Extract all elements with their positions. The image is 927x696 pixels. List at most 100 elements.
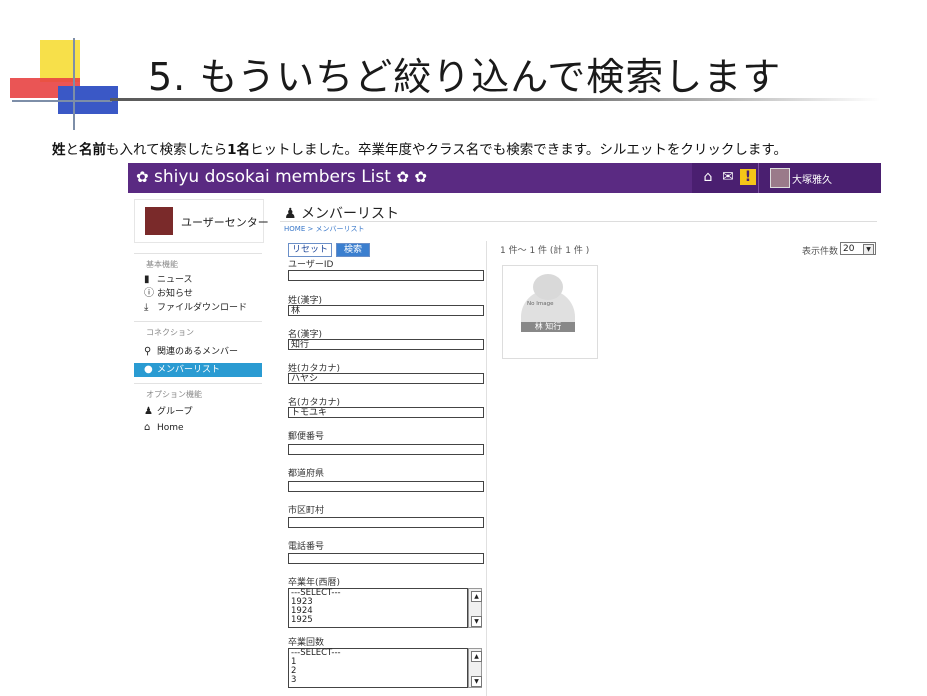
reset-button[interactable]: リセット xyxy=(288,243,332,257)
field-label-grad-year: 卒業年(西暦) xyxy=(288,578,341,588)
field-label-prefecture: 都道府県 xyxy=(288,469,325,479)
caption-text-3: ヒットしました。卒業年度やクラス名でも検索できます。シルエットをクリックします。 xyxy=(250,142,788,158)
sidebar-item-group[interactable]: ♟ グループ xyxy=(144,405,192,419)
sidebar-divider xyxy=(134,321,262,322)
sidebar-divider xyxy=(134,253,262,254)
list-item[interactable]: 3 xyxy=(291,676,467,685)
sidebar-item-news[interactable]: ▮ ニュース xyxy=(144,273,193,287)
caption-bold-name: 名前 xyxy=(79,142,106,158)
search-icon: ⚲ xyxy=(144,346,152,357)
member-card[interactable]: No Image 林 知行 xyxy=(502,265,598,359)
alert-icon[interactable]: ! xyxy=(740,169,756,185)
sidebar-item-label: ニュース xyxy=(157,275,193,285)
breadcrumb[interactable]: HOME > メンバーリスト xyxy=(284,224,365,234)
brand-logo[interactable]: ✿ shiyu dosokai members List ✿ ✿ xyxy=(136,167,427,187)
slide-decoration-vline xyxy=(73,38,75,130)
slide-title: 5. もういちど絞り込んで検索します xyxy=(148,55,782,99)
prefecture-input[interactable] xyxy=(288,481,484,492)
field-label-postal-code: 郵便番号 xyxy=(288,432,325,442)
phone-input[interactable] xyxy=(288,553,484,564)
sidebar-item-label: ファイルダウンロード xyxy=(157,303,248,313)
sidebar-item-label: Home xyxy=(157,423,184,433)
chevron-down-icon[interactable]: ▼ xyxy=(863,244,874,255)
page-title-text: メンバーリスト xyxy=(301,206,400,222)
column-divider xyxy=(486,241,487,696)
flower-icon: ✿ xyxy=(396,168,409,186)
sidebar-item-member-list-label[interactable]: ● メンバーリスト xyxy=(144,363,220,377)
user-center-box[interactable]: ユーザーセンター xyxy=(134,199,269,243)
sidebar: ユーザーセンター 基本機能 ▮ ニュース ⓘ お知らせ ⤓ ファイルダウンロード コネ… xyxy=(134,199,269,696)
city-input[interactable] xyxy=(288,517,484,528)
scroll-down-icon[interactable]: ▼ xyxy=(471,676,482,687)
last-name-kana-input[interactable]: ハヤシ xyxy=(288,373,484,384)
page-header: ♟ メンバーリスト xyxy=(280,199,877,222)
grad-count-scrollbar[interactable]: ▲ ▼ xyxy=(468,648,482,688)
list-item[interactable]: ---SELECT--- xyxy=(291,589,467,598)
caption-text-2: も入れて検索したら xyxy=(106,142,228,158)
doc-icon: ▮ xyxy=(144,274,150,285)
brand-title: shiyu dosokai members List xyxy=(153,167,391,187)
flower-icon: ✿ xyxy=(414,168,427,186)
mail-icon[interactable]: ✉ xyxy=(720,169,736,185)
sidebar-item-related-members[interactable]: ⚲ 関連のあるメンバー xyxy=(144,345,238,359)
app-window: ✿ shiyu dosokai members List ✿ ✿ ⌂ ✉ ! 大… xyxy=(128,163,881,696)
caption-bold-sei: 姓 xyxy=(52,142,66,158)
sidebar-item-label: お知らせ xyxy=(157,289,193,299)
grad-count-listbox[interactable]: ---SELECT--- 1 2 3 xyxy=(288,648,468,688)
user-center-avatar xyxy=(145,207,173,235)
slide-caption: 姓と名前も入れて検索したら1名ヒットしました。卒業年度やクラス名でも検索できます… xyxy=(52,138,787,158)
page-title: ♟ メンバーリスト xyxy=(284,203,399,223)
first-name-kana-input[interactable]: トモユキ xyxy=(288,407,484,418)
scroll-down-icon[interactable]: ▼ xyxy=(471,616,482,627)
home-icon[interactable]: ⌂ xyxy=(700,169,716,185)
first-name-input[interactable]: 知行 xyxy=(288,339,484,350)
top-bar: ✿ shiyu dosokai members List ✿ ✿ ⌂ ✉ ! 大… xyxy=(128,163,881,193)
grad-year-listbox[interactable]: ---SELECT--- 1923 1924 1925 xyxy=(288,588,468,628)
list-item[interactable]: ---SELECT--- xyxy=(291,649,467,658)
user-center-label: ユーザーセンター xyxy=(181,216,269,229)
topbar-divider xyxy=(758,163,759,193)
sidebar-item-label: メンバーリスト xyxy=(157,365,221,375)
list-item[interactable]: 1924 xyxy=(291,607,467,616)
slide-decoration-hline xyxy=(12,100,112,102)
result-count: 1 件～ 1 件 (計 1 件 ) xyxy=(500,246,590,256)
no-image-label: No Image xyxy=(527,301,554,307)
silhouette-head[interactable] xyxy=(533,274,563,300)
avatar[interactable] xyxy=(770,168,790,188)
scroll-up-icon[interactable]: ▲ xyxy=(471,651,482,662)
per-page-value: 20 xyxy=(843,244,855,254)
sidebar-item-notice[interactable]: ⓘ お知らせ xyxy=(144,287,193,301)
group-icon: ♟ xyxy=(144,406,153,417)
field-label-grad-count: 卒業回数 xyxy=(288,638,325,648)
sidebar-item-home[interactable]: ⌂ Home xyxy=(144,421,184,435)
flower-icon: ✿ xyxy=(136,168,149,186)
caption-text-1: と xyxy=(65,142,80,158)
field-label-user-id: ユーザーID xyxy=(288,260,334,270)
per-page-select[interactable]: 20 ▼ xyxy=(840,242,876,255)
caption-bold-count: 1名 xyxy=(227,142,251,158)
home-icon: ⌂ xyxy=(144,422,151,433)
sidebar-section-options: オプション機能 xyxy=(146,390,202,399)
sidebar-section-basic: 基本機能 xyxy=(146,260,178,269)
search-button[interactable]: 検索 xyxy=(336,243,370,257)
sidebar-section-connection: コネクション xyxy=(146,328,194,337)
person-icon: ♟ xyxy=(284,206,297,222)
per-page-label: 表示件数 xyxy=(802,247,839,257)
list-item[interactable]: 1 xyxy=(291,658,467,667)
member-name[interactable]: 林 知行 xyxy=(521,322,575,332)
last-name-input[interactable]: 林 xyxy=(288,305,484,316)
user-id-input[interactable] xyxy=(288,270,484,281)
sidebar-item-label: 関連のあるメンバー xyxy=(157,347,239,357)
list-item[interactable]: 1925 xyxy=(291,616,467,625)
field-label-city: 市区町村 xyxy=(288,506,325,516)
postal-code-input[interactable] xyxy=(288,444,484,455)
person-icon: ● xyxy=(144,364,153,375)
grad-year-scrollbar[interactable]: ▲ ▼ xyxy=(468,588,482,628)
scroll-up-icon[interactable]: ▲ xyxy=(471,591,482,602)
sidebar-item-download[interactable]: ⤓ ファイルダウンロード xyxy=(144,301,247,315)
user-name[interactable]: 大塚雅久 xyxy=(792,171,832,186)
list-item[interactable]: 2 xyxy=(291,667,467,676)
sidebar-divider xyxy=(134,383,262,384)
list-item[interactable]: 1923 xyxy=(291,598,467,607)
sidebar-item-label: グループ xyxy=(157,407,193,417)
